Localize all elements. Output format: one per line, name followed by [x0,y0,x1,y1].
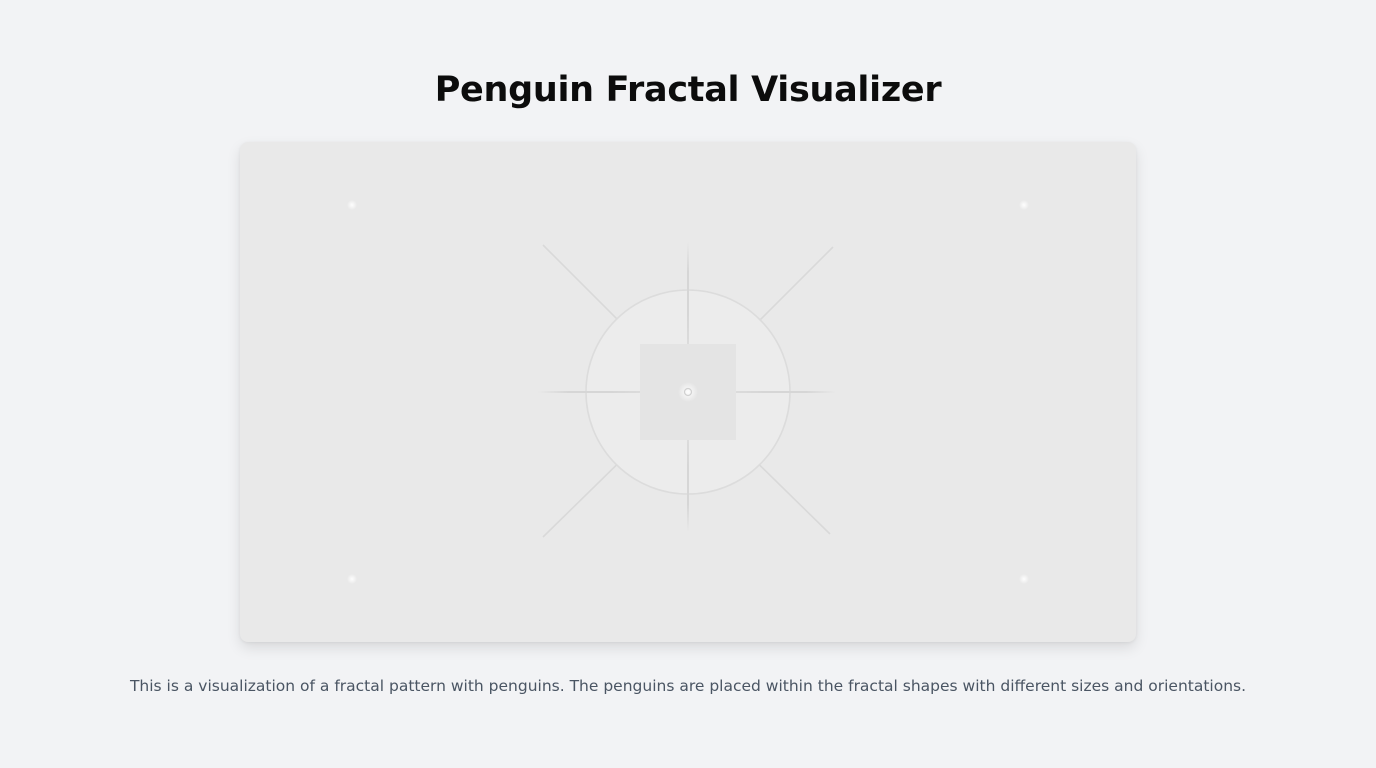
fractal-drawing [347,200,1029,584]
page: Penguin Fractal Visualizer This is a vis… [0,0,1376,768]
corner-penguin-bottom-right [1019,574,1029,584]
corner-penguin-bottom-left [347,574,357,584]
page-title: Penguin Fractal Visualizer [434,70,942,110]
fractal-canvas[interactable] [240,142,1136,642]
corner-penguin-top-left [347,200,357,210]
corner-penguin-top-right [1019,200,1029,210]
center-penguin-glow [678,382,698,402]
description-text: This is a visualization of a fractal pat… [129,677,1247,695]
